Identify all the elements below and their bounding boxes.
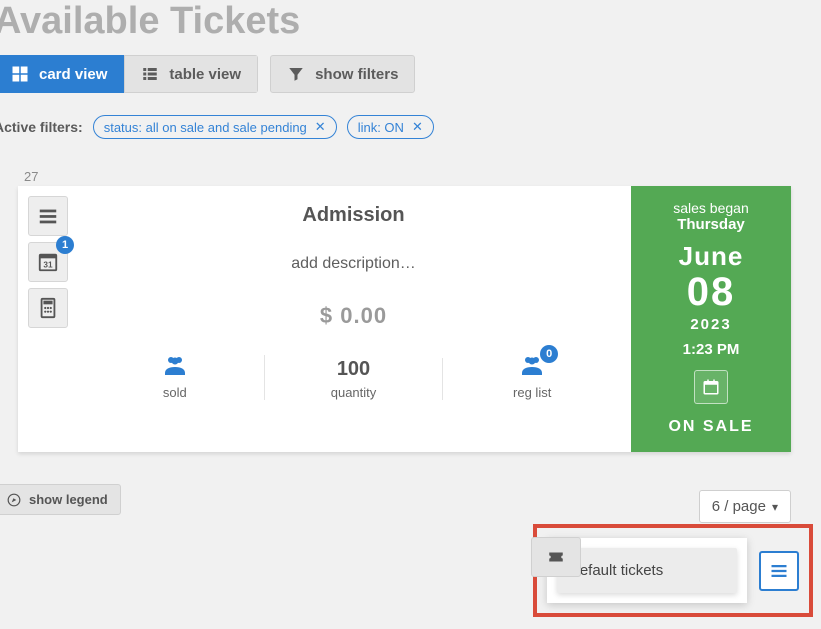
- show-filters-button[interactable]: show filters: [270, 55, 415, 93]
- page-size-select[interactable]: 6 / page ▾: [699, 490, 791, 523]
- show-legend-button[interactable]: show legend: [0, 484, 121, 515]
- default-tickets-input[interactable]: [557, 548, 737, 593]
- svg-text:31: 31: [43, 261, 53, 270]
- assign-dates-button[interactable]: 31 1: [28, 242, 68, 282]
- calculator-icon: [37, 297, 59, 319]
- hamburger-icon: [768, 562, 790, 580]
- show-legend-label: show legend: [29, 492, 108, 507]
- card-id: 27: [24, 169, 821, 184]
- reglist-badge: 0: [540, 345, 558, 363]
- grid-icon: [11, 65, 29, 83]
- show-filters-label: show filters: [315, 66, 398, 83]
- sale-weekday: Thursday: [677, 216, 745, 233]
- hamburger-icon: [37, 205, 59, 227]
- card-action-column: 31 1: [18, 186, 76, 452]
- partial-button[interactable]: [531, 537, 581, 577]
- stat-reglist[interactable]: 0 reg list: [443, 355, 621, 400]
- stat-quantity[interactable]: 100 quantity: [265, 358, 444, 400]
- sale-year: 2023: [690, 316, 731, 333]
- people-icon: [163, 355, 187, 381]
- close-icon[interactable]: ✕: [315, 119, 326, 135]
- card-menu-button[interactable]: [28, 196, 68, 236]
- card-main: Admission add description… $ 0.00 sold 1…: [76, 186, 631, 452]
- ticket-price[interactable]: $ 0.00: [86, 303, 621, 329]
- stat-quantity-value: 100: [275, 358, 433, 381]
- default-tickets-panel: [533, 524, 813, 617]
- view-toolbar: card view table view show filters: [0, 55, 821, 93]
- sale-day: 08: [687, 272, 736, 312]
- page-title: Available Tickets: [0, 0, 821, 43]
- table-view-button[interactable]: table view: [124, 55, 258, 93]
- stat-sold[interactable]: sold: [86, 355, 265, 400]
- calendar-icon: [702, 378, 720, 396]
- ticket-description-placeholder[interactable]: add description…: [86, 255, 621, 273]
- filter-pill-text: status: all on sale and sale pending: [104, 120, 307, 135]
- filter-pill-link[interactable]: link: ON ✕: [347, 115, 434, 139]
- card-sale-panel: sales began Thursday June 08 2023 1:23 P…: [631, 186, 791, 452]
- stat-reglist-label: reg list: [453, 385, 611, 400]
- price-calculator-button[interactable]: [28, 288, 68, 328]
- view-toggle-group: card view table view: [0, 55, 258, 93]
- chevron-down-icon: ▾: [772, 500, 778, 514]
- edit-sale-date-button[interactable]: [694, 370, 728, 404]
- active-filters-label: Active filters:: [0, 119, 83, 135]
- active-filters-row: Active filters: status: all on sale and …: [0, 115, 821, 139]
- sale-month: June: [679, 241, 744, 272]
- ticket-card: 31 1 Admission add description… $ 0.00 s…: [18, 186, 791, 452]
- sale-time: 1:23 PM: [683, 341, 740, 358]
- stat-sold-label: sold: [96, 385, 254, 400]
- ticket-stats: sold 100 quantity 0 reg list: [86, 355, 621, 400]
- table-view-label: table view: [169, 66, 241, 83]
- filter-pill-status[interactable]: status: all on sale and sale pending ✕: [93, 115, 337, 139]
- card-view-label: card view: [39, 66, 107, 83]
- people-icon: 0: [520, 355, 544, 381]
- ticket-title[interactable]: Admission: [86, 204, 621, 227]
- card-view-button[interactable]: card view: [0, 55, 124, 93]
- page-size-label: 6 / page: [712, 498, 766, 515]
- ticket-icon: [545, 548, 567, 566]
- sale-line1: sales began: [673, 200, 749, 216]
- close-icon[interactable]: ✕: [412, 119, 423, 135]
- stat-quantity-label: quantity: [275, 385, 433, 400]
- filter-pill-text: link: ON: [358, 120, 404, 135]
- calendar-badge: 1: [56, 236, 74, 254]
- calendar-31-icon: 31: [37, 251, 59, 273]
- filter-icon: [287, 65, 305, 83]
- sale-status: ON SALE: [668, 418, 753, 436]
- list-icon: [141, 65, 159, 83]
- default-tickets-menu-button[interactable]: [759, 551, 799, 591]
- compass-icon: [7, 493, 21, 507]
